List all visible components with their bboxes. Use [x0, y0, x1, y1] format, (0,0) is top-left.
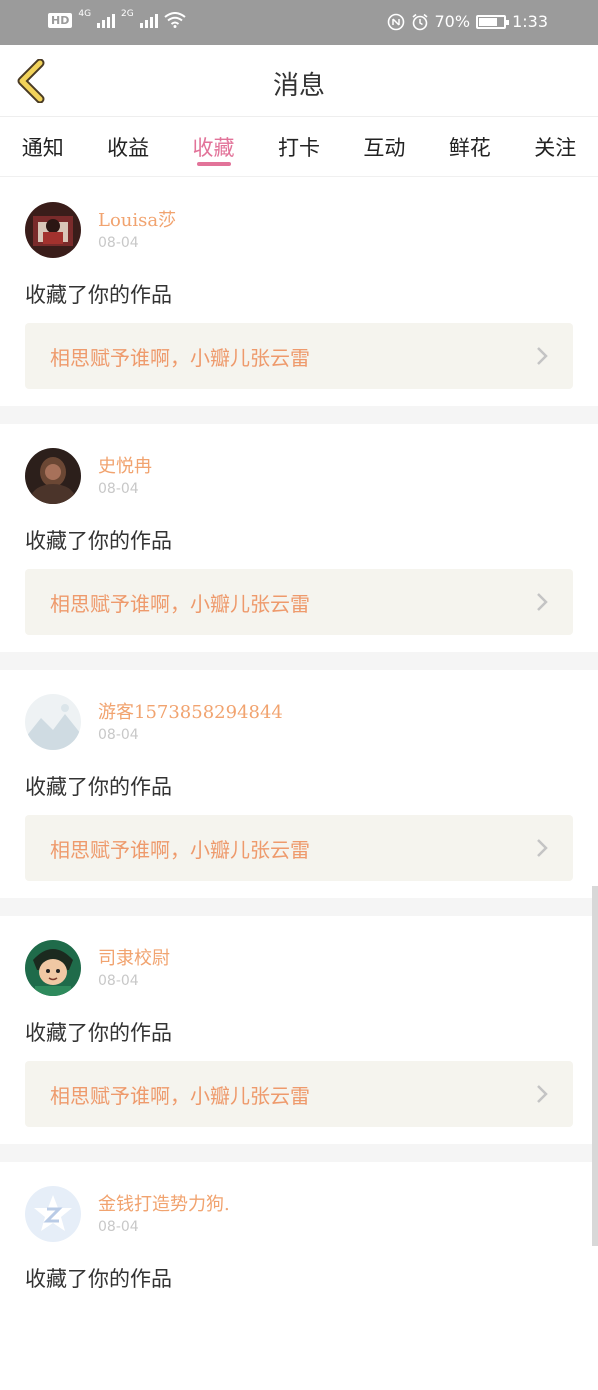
alarm-icon [411, 13, 428, 30]
timestamp: 08-04 [98, 1219, 139, 1235]
battery-percent: 70% [434, 12, 471, 31]
chevron-right-icon [537, 839, 548, 857]
signal-bars-icon [139, 12, 158, 28]
divider [0, 652, 598, 670]
work-link[interactable]: 相思赋予谁啊，小瓣儿张云雷 [25, 569, 573, 635]
status-left: HD 4G 2G [48, 9, 186, 28]
list-item: 游客1573858294844 08-04 收藏了你的作品 相思赋予谁啊，小瓣儿… [0, 670, 598, 898]
timestamp: 08-04 [98, 481, 139, 497]
net-4g-label: 4G [78, 9, 92, 19]
tab-label: 互动 [363, 135, 406, 160]
avatar[interactable] [25, 940, 81, 996]
action-text: 收藏了你的作品 [25, 283, 172, 307]
list-item: 金钱打造势力狗. 08-04 收藏了你的作品 [0, 1162, 598, 1390]
avatar[interactable] [25, 1186, 81, 1242]
work-link[interactable]: 相思赋予谁啊，小瓣儿张云雷 [25, 1061, 573, 1127]
username[interactable]: Louisa莎 [98, 206, 176, 232]
net-2g-label: 2G [121, 9, 134, 19]
active-tab-indicator [196, 162, 231, 166]
status-bar: HD 4G 2G 70% 1:33 [0, 0, 598, 45]
list-item: 司隶校尉 08-04 收藏了你的作品 相思赋予谁啊，小瓣儿张云雷 [0, 916, 598, 1144]
divider [0, 1144, 598, 1162]
page-title: 消息 [272, 71, 325, 101]
work-title: 相思赋予谁啊，小瓣儿张云雷 [50, 346, 310, 370]
work-link[interactable]: 相思赋予谁啊，小瓣儿张云雷 [25, 815, 573, 881]
divider [0, 898, 598, 916]
action-text: 收藏了你的作品 [25, 1021, 172, 1045]
list-item: Louisa莎 08-04 收藏了你的作品 相思赋予谁啊，小瓣儿张云雷 [0, 178, 598, 406]
action-text: 收藏了你的作品 [25, 529, 172, 553]
tab-label: 关注 [534, 135, 577, 160]
chevron-right-icon [537, 1085, 548, 1103]
timestamp: 08-04 [98, 973, 139, 989]
wifi-icon [164, 12, 186, 28]
tab-label: 收益 [107, 135, 150, 160]
avatar[interactable] [25, 448, 81, 504]
username[interactable]: 司隶校尉 [98, 944, 170, 970]
status-right: 70% 1:33 [387, 12, 548, 31]
username[interactable]: 史悦冉 [98, 452, 152, 478]
tab-flowers[interactable]: 鲜花 [427, 117, 512, 176]
avatar[interactable] [25, 694, 81, 750]
battery-icon [476, 14, 510, 29]
tab-earnings[interactable]: 收益 [85, 117, 170, 176]
message-list: Louisa莎 08-04 收藏了你的作品 相思赋予谁啊，小瓣儿张云雷 史悦冉 … [0, 178, 598, 1390]
work-link[interactable]: 相思赋予谁啊，小瓣儿张云雷 [25, 323, 573, 389]
action-text: 收藏了你的作品 [25, 1267, 172, 1291]
scrollbar[interactable] [592, 886, 598, 1246]
tab-follow[interactable]: 关注 [513, 117, 598, 176]
clock: 1:33 [512, 12, 548, 31]
tab-interaction[interactable]: 互动 [342, 117, 427, 176]
tab-label: 收藏 [192, 135, 235, 160]
work-title: 相思赋予谁啊，小瓣儿张云雷 [50, 592, 310, 616]
chevron-right-icon [537, 347, 548, 365]
header-bar: 消息 [0, 45, 598, 117]
username[interactable]: 游客1573858294844 [98, 698, 283, 724]
tab-label: 打卡 [277, 135, 320, 160]
tab-checkin[interactable]: 打卡 [256, 117, 341, 176]
avatar[interactable] [25, 202, 81, 258]
tab-favorites[interactable]: 收藏 [171, 117, 256, 176]
divider [0, 406, 598, 424]
work-title: 相思赋予谁啊，小瓣儿张云雷 [50, 1084, 310, 1108]
tab-bar: 通知 收益 收藏 打卡 互动 鲜花 关注 [0, 117, 598, 177]
timestamp: 08-04 [98, 235, 139, 251]
hd-badge: HD [48, 12, 73, 28]
work-title: 相思赋予谁啊，小瓣儿张云雷 [50, 838, 310, 862]
nfc-icon [387, 13, 404, 30]
signal-bars-icon [97, 12, 116, 28]
list-item: 史悦冉 08-04 收藏了你的作品 相思赋予谁啊，小瓣儿张云雷 [0, 424, 598, 652]
tab-label: 鲜花 [448, 135, 491, 160]
tab-notify[interactable]: 通知 [0, 117, 85, 176]
tab-label: 通知 [21, 135, 64, 160]
action-text: 收藏了你的作品 [25, 775, 172, 799]
chevron-right-icon [537, 593, 548, 611]
username[interactable]: 金钱打造势力狗. [98, 1190, 230, 1216]
timestamp: 08-04 [98, 727, 139, 743]
